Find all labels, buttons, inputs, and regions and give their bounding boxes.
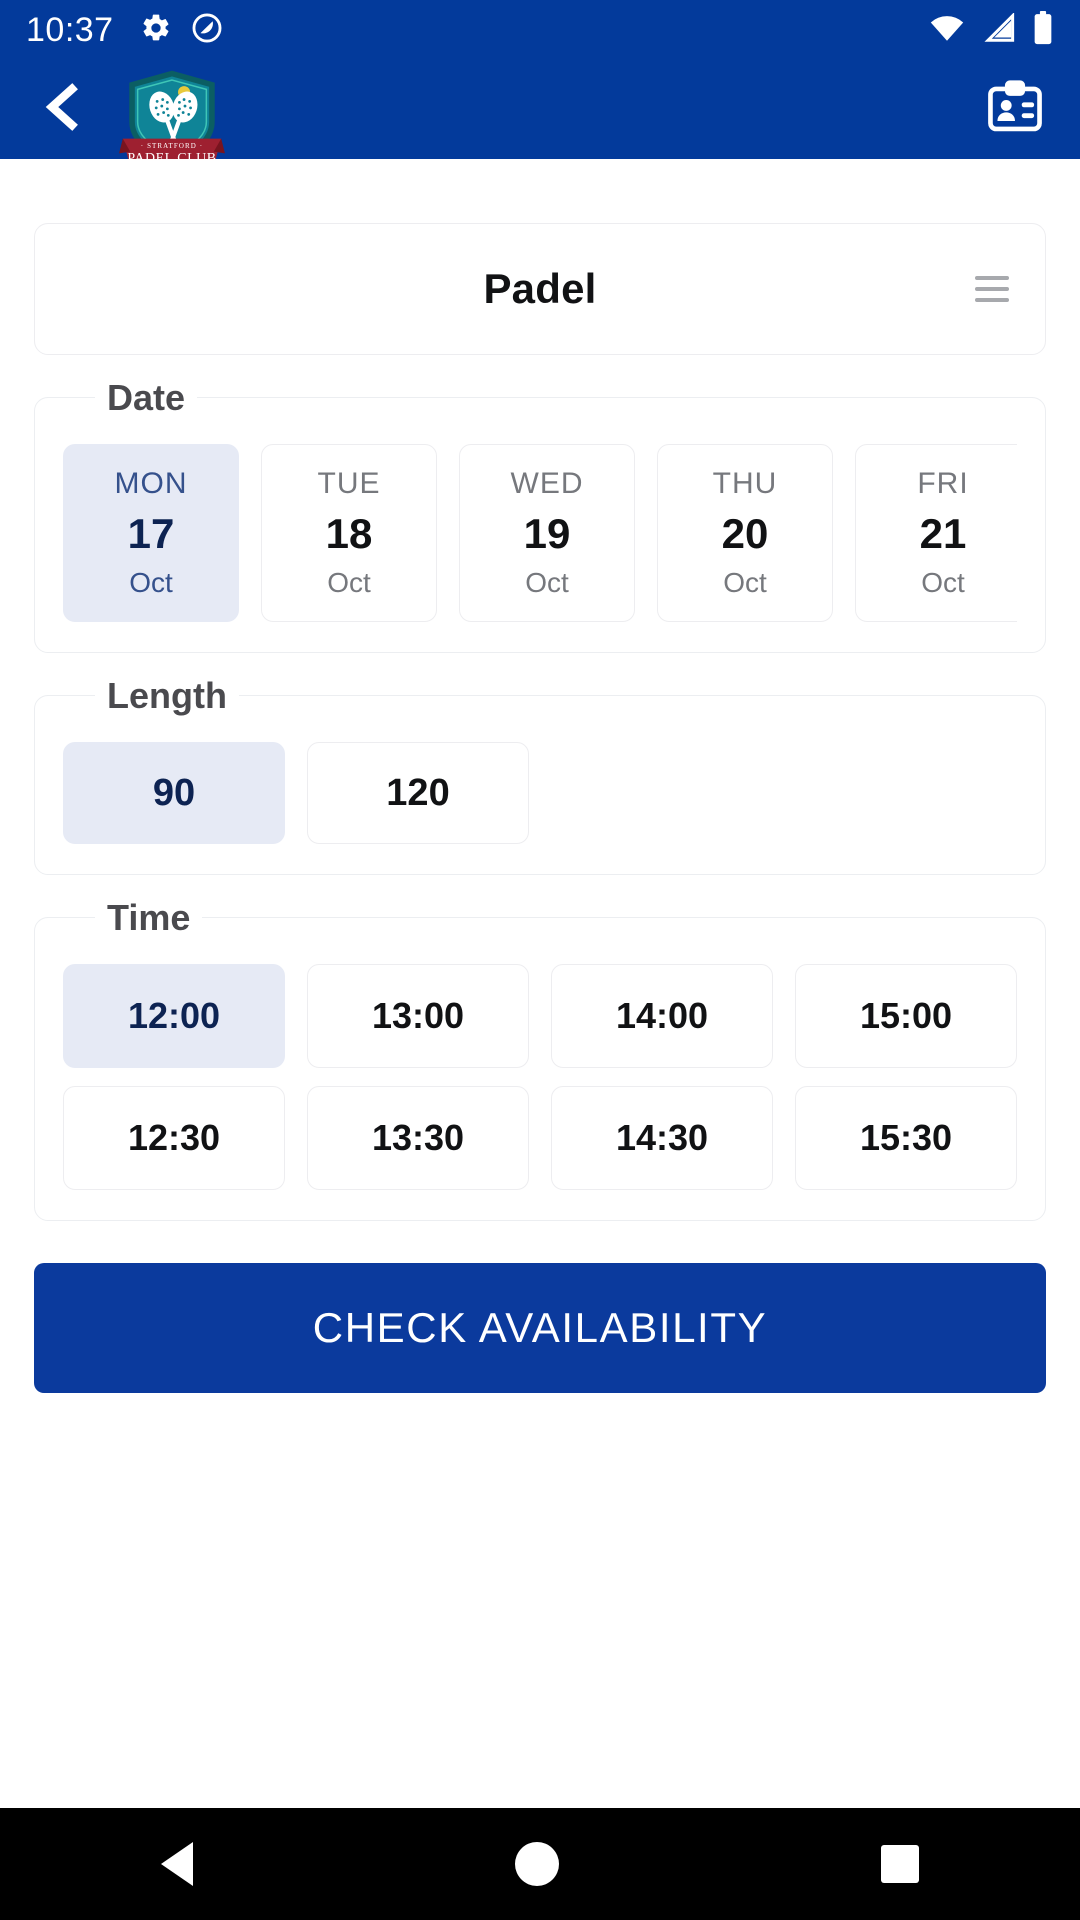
- date-dow: MON: [114, 467, 188, 500]
- date-month: Oct: [327, 567, 371, 598]
- nav-back-triangle-icon[interactable]: [161, 1842, 193, 1886]
- app-bar: · STRATFORD · PADEL CLUB: [0, 60, 1080, 159]
- hamburger-menu-icon[interactable]: [975, 276, 1019, 302]
- date-legend: Date: [95, 375, 198, 421]
- back-button[interactable]: [30, 78, 94, 142]
- status-bar-system-icons: [928, 10, 1054, 50]
- status-bar-clock: 10:37: [26, 11, 114, 49]
- wifi-icon: [928, 13, 966, 48]
- status-bar-notification-icons: [140, 11, 224, 50]
- date-dow: TUE: [317, 467, 381, 500]
- svg-text:PADEL CLUB: PADEL CLUB: [127, 151, 216, 159]
- check-availability-button[interactable]: CHECK AVAILABILITY: [34, 1263, 1046, 1393]
- contact-badge-icon: [984, 76, 1046, 143]
- date-option-tue-18[interactable]: TUE 18 Oct: [261, 444, 437, 622]
- time-legend: Time: [95, 895, 203, 941]
- date-dow: THU: [712, 467, 778, 500]
- do-not-disturb-icon: [190, 11, 224, 50]
- length-options-row[interactable]: 90 120: [63, 742, 1017, 844]
- time-option-1200[interactable]: 12:00: [63, 964, 285, 1068]
- length-legend: Length: [95, 673, 239, 719]
- time-options-row-1[interactable]: 12:00 13:00 14:00 15:00: [63, 964, 1017, 1068]
- booking-form: Padel Date MON 17 Oct TUE 18 Oct WED 19 …: [0, 223, 1080, 1393]
- page-title: Padel: [483, 265, 597, 312]
- date-day: 19: [523, 510, 571, 557]
- date-day: 17: [127, 510, 175, 557]
- time-option-1400[interactable]: 14:00: [551, 964, 773, 1068]
- club-logo: · STRATFORD · PADEL CLUB: [113, 68, 231, 159]
- date-month: Oct: [129, 567, 173, 598]
- date-dow: WED: [510, 467, 584, 500]
- date-month: Oct: [525, 567, 569, 598]
- android-nav-bar: [0, 1808, 1080, 1920]
- contact-badge-button[interactable]: [980, 75, 1050, 145]
- date-month: Oct: [723, 567, 767, 598]
- date-options-row[interactable]: MON 17 Oct TUE 18 Oct WED 19 Oct THU 20 …: [63, 444, 1017, 622]
- status-bar: 10:37: [0, 0, 1080, 60]
- date-dow: FRI: [917, 467, 969, 500]
- time-option-1300[interactable]: 13:00: [307, 964, 529, 1068]
- date-day: 21: [919, 510, 967, 557]
- battery-icon: [1032, 10, 1054, 50]
- date-group: Date MON 17 Oct TUE 18 Oct WED 19 Oct TH…: [34, 375, 1046, 653]
- back-chevron-icon: [37, 79, 87, 140]
- time-option-1330[interactable]: 13:30: [307, 1086, 529, 1190]
- time-group: Time 12:00 13:00 14:00 15:00 12:30 13:30…: [34, 895, 1046, 1221]
- time-options-row-2[interactable]: 12:30 13:30 14:30 15:30: [63, 1086, 1017, 1190]
- time-option-1530[interactable]: 15:30: [795, 1086, 1017, 1190]
- gear-icon: [140, 12, 172, 49]
- date-day: 18: [325, 510, 373, 557]
- date-day: 20: [721, 510, 769, 557]
- date-option-thu-20[interactable]: THU 20 Oct: [657, 444, 833, 622]
- svg-text:· STRATFORD ·: · STRATFORD ·: [141, 142, 203, 150]
- time-option-1430[interactable]: 14:30: [551, 1086, 773, 1190]
- cellular-signal-icon: [982, 11, 1016, 48]
- date-month: Oct: [921, 567, 965, 598]
- nav-home-circle-icon[interactable]: [515, 1842, 559, 1886]
- date-option-mon-17[interactable]: MON 17 Oct: [63, 444, 239, 622]
- time-option-1230[interactable]: 12:30: [63, 1086, 285, 1190]
- date-option-wed-19[interactable]: WED 19 Oct: [459, 444, 635, 622]
- date-option-fri-21[interactable]: FRI 21 Oct: [855, 444, 1017, 622]
- length-option-90[interactable]: 90: [63, 742, 285, 844]
- length-group: Length 90 120: [34, 673, 1046, 875]
- length-option-120[interactable]: 120: [307, 742, 529, 844]
- nav-recents-square-icon[interactable]: [881, 1845, 919, 1883]
- time-options-grid[interactable]: 12:00 13:00 14:00 15:00 12:30 13:30 14:3…: [63, 964, 1017, 1190]
- time-option-1500[interactable]: 15:00: [795, 964, 1017, 1068]
- sport-selector-card[interactable]: Padel: [34, 223, 1046, 355]
